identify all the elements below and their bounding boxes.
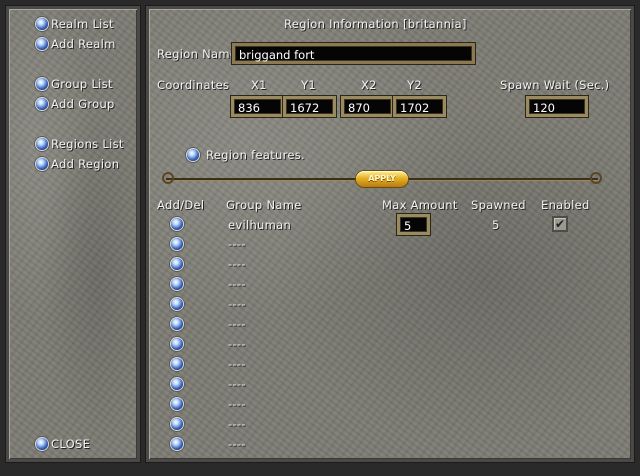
group-name-empty: ---- [228,357,246,371]
region-name-input[interactable]: briggand fort [232,43,475,64]
add-del-icon[interactable] [171,238,183,250]
x2-label: X2 [361,78,377,92]
y2-input[interactable]: 1702 [393,96,446,117]
sidebar-item-label: Regions List [51,137,124,151]
group-name-empty: ---- [228,257,246,271]
header-max-amount: Max Amount [382,198,458,212]
max-amount-input[interactable]: 5 [397,214,430,235]
coordinates-label: Coordinates [157,78,230,92]
group-name-empty: ---- [228,317,246,331]
enabled-checkbox[interactable]: ✔ [552,216,568,232]
sidebar [6,6,140,462]
header-spawned: Spawned [471,198,526,212]
region-features-label[interactable]: Region features. [206,148,305,162]
add-del-icon[interactable] [171,378,183,390]
header-add-del: Add/Del [157,198,205,212]
region-panel [146,6,634,462]
group-name-empty: ---- [228,377,246,391]
group-name-empty: ---- [228,237,246,251]
spawn-wait-label: Spawn Wait (Sec.) [500,78,610,92]
divider-right-cap [590,172,602,184]
sidebar-item-label: Add Group [51,97,115,111]
group-name-empty: ---- [228,337,246,351]
add-del-icon[interactable] [171,298,183,310]
add-del-icon[interactable] [171,278,183,290]
x2-input[interactable]: 870 [341,96,394,117]
y2-label: Y2 [407,78,422,92]
region-features-icon[interactable] [187,149,199,161]
y1-input[interactable]: 1672 [283,96,336,117]
group-name-empty: ---- [228,417,246,431]
page-title: Region Information [britannia] [284,17,467,31]
apply-button[interactable]: APPLY [356,171,408,187]
blue-gem-icon [36,438,48,450]
divider-left-cap [162,172,174,184]
spawn-wait-input[interactable]: 120 [526,96,588,117]
close-label: CLOSE [51,437,91,451]
blue-gem-icon [36,138,48,150]
group-name: evilhuman [228,218,292,232]
x1-input[interactable]: 836 [231,96,284,117]
sidebar-item-label: Add Realm [51,37,116,51]
y1-label: Y1 [301,78,316,92]
add-del-icon[interactable] [171,338,183,350]
spawned-value: 5 [492,218,500,232]
blue-gem-icon [36,18,48,30]
group-name-empty: ---- [228,397,246,411]
header-enabled: Enabled [541,198,590,212]
blue-gem-icon [36,38,48,50]
add-del-icon[interactable] [171,218,183,230]
group-name-empty: ---- [228,437,246,451]
blue-gem-icon [36,98,48,110]
blue-gem-icon [36,78,48,90]
group-name-empty: ---- [228,277,246,291]
add-del-icon[interactable] [171,358,183,370]
add-del-icon[interactable] [171,258,183,270]
region-name-label: Region Name [157,47,238,61]
group-name-empty: ---- [228,297,246,311]
blue-gem-icon [36,158,48,170]
sidebar-item-label: Realm List [51,17,114,31]
add-del-icon[interactable] [171,318,183,330]
x1-label: X1 [251,78,267,92]
header-group-name: Group Name [226,198,302,212]
add-del-icon[interactable] [171,418,183,430]
add-del-icon[interactable] [171,438,183,450]
add-del-icon[interactable] [171,398,183,410]
sidebar-item-label: Group List [51,77,113,91]
sidebar-item-label: Add Region [51,157,120,171]
